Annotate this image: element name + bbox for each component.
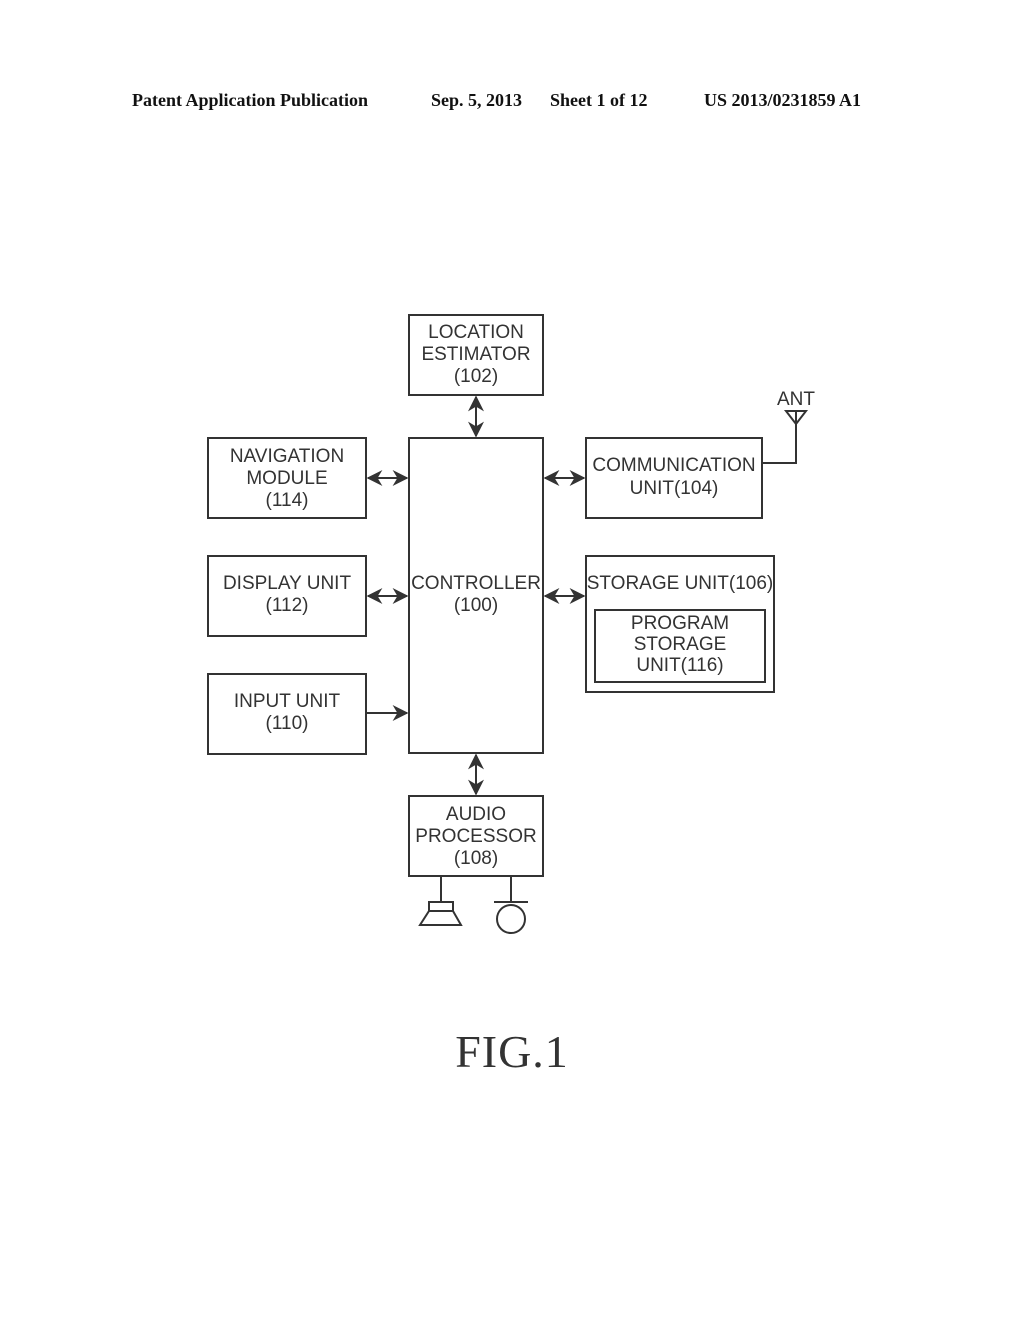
microphone-icon <box>494 876 528 934</box>
figure-label: FIG.1 <box>455 1026 569 1077</box>
display-unit-label-1: DISPLAY UNIT <box>223 573 352 594</box>
audio-processor-block: AUDIO PROCESSOR (108) <box>408 795 544 877</box>
controller-block: CONTROLLER (100) <box>408 437 544 754</box>
location-estimator-label-2: ESTIMATOR <box>421 344 530 365</box>
navigation-module-label-2: MODULE <box>246 468 327 489</box>
audio-processor-label-2: PROCESSOR <box>415 826 536 847</box>
input-unit-label-1: INPUT UNIT <box>234 691 341 712</box>
communication-unit-label-1: COMMUNICATION <box>592 455 755 476</box>
block-diagram: LOCATION ESTIMATOR (102) CONTROLLER (100… <box>207 314 815 934</box>
navigation-module-label-3: (114) <box>266 490 309 511</box>
communication-unit-label-2: UNIT(104) <box>630 478 719 499</box>
display-unit-block: DISPLAY UNIT (112) <box>207 555 367 637</box>
audio-processor-label-1: AUDIO <box>446 804 506 825</box>
navigation-module-block: NAVIGATION MODULE (114) <box>207 437 367 519</box>
storage-unit-block: STORAGE UNIT(106) PROGRAM STORAGE UNIT(1… <box>585 555 775 693</box>
input-unit-block: INPUT UNIT (110) <box>207 673 367 755</box>
communication-unit-block: COMMUNICATION UNIT(104) <box>585 437 763 519</box>
speaker-icon <box>418 876 463 926</box>
program-storage-unit-block: PROGRAM STORAGE UNIT(116) <box>594 609 766 683</box>
location-estimator-label-1: LOCATION <box>428 322 524 343</box>
antenna: ANT <box>762 389 815 464</box>
program-storage-unit-label-1: PROGRAM <box>631 613 729 634</box>
antenna-label: ANT <box>777 389 815 410</box>
navigation-module-label-1: NAVIGATION <box>230 446 344 467</box>
program-storage-unit-label-3: UNIT(116) <box>636 655 723 676</box>
input-unit-label-2: (110) <box>266 713 309 734</box>
display-unit-label-2: (112) <box>266 595 309 616</box>
audio-processor-label-3: (108) <box>454 848 498 869</box>
location-estimator-block: LOCATION ESTIMATOR (102) <box>408 314 544 396</box>
storage-unit-label: STORAGE UNIT(106) <box>587 573 774 594</box>
program-storage-unit-label-2: STORAGE <box>634 634 727 655</box>
location-estimator-label-3: (102) <box>454 366 498 387</box>
controller-label-1: CONTROLLER <box>411 573 541 594</box>
controller-label-2: (100) <box>454 595 498 616</box>
